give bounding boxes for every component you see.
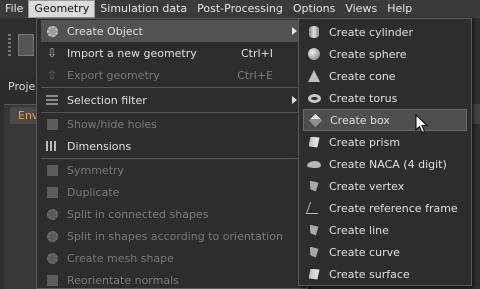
holes-icon (45, 117, 59, 131)
box-icon (308, 113, 322, 127)
menu-item-show-hide-holes: Show/hide holes (41, 113, 303, 135)
menu-item-create-box[interactable]: Create box (303, 109, 467, 131)
split-icon (45, 207, 59, 221)
menu-item-reorientate-normals: Reorientate normals (41, 269, 303, 289)
cone-icon (307, 69, 321, 83)
mouse-cursor-icon (415, 114, 429, 134)
menu-item-create-torus[interactable]: Create torus (303, 87, 467, 109)
menu-item-label: Import a new geometry (67, 46, 197, 60)
tab-environment[interactable]: Env (10, 107, 38, 124)
menu-item-create-reference-frame[interactable]: Create reference frame (303, 197, 467, 219)
menu-item-label: Create cone (329, 69, 396, 83)
menu-item-label: Split in connected shapes (67, 207, 209, 221)
menu-item-label: Reorientate normals (67, 273, 179, 287)
submenu-arrow-icon (292, 27, 297, 35)
menu-views[interactable]: Views (340, 0, 382, 18)
symmetry-icon (45, 163, 59, 177)
ruler-icon (45, 139, 59, 153)
mesh-shape-icon (45, 251, 59, 265)
menu-item-label: Create Object (67, 24, 143, 38)
menu-bar: File Geometry Simulation data Post-Proce… (0, 0, 480, 18)
naca-icon (307, 157, 321, 171)
sphere-icon (307, 47, 321, 61)
menu-item-label: Create mesh shape (67, 251, 174, 265)
menu-item-label: Create NACA (4 digit) (329, 157, 447, 171)
vertex-icon (307, 179, 321, 193)
toolbar-button[interactable] (18, 34, 34, 56)
menu-help[interactable]: Help (382, 0, 417, 18)
menu-item-label: Show/hide holes (67, 117, 157, 131)
menu-item-label: Duplicate (67, 185, 120, 199)
export-icon: ⇧ (46, 68, 58, 82)
submenu-arrow-icon (292, 96, 297, 104)
menu-simulation-data[interactable]: Simulation data (95, 0, 192, 18)
menu-item-create-curve[interactable]: Create curve (303, 241, 467, 263)
menu-geometry[interactable]: Geometry (28, 0, 96, 18)
split-orientation-icon (45, 229, 59, 243)
menu-item-export-geometry: ⇧ Export geometry Ctrl+E (41, 64, 303, 86)
menu-item-create-naca[interactable]: Create NACA (4 digit) (303, 153, 467, 175)
menu-item-selection-filter[interactable]: Selection filter (41, 89, 303, 111)
menu-item-label: Dimensions (67, 139, 132, 153)
selection-filter-icon (45, 93, 59, 107)
menu-item-label: Create line (329, 223, 389, 237)
toolbar-handle[interactable] (8, 34, 11, 56)
import-icon: ⇩ (46, 46, 58, 60)
menu-item-label: Selection filter (67, 93, 147, 107)
geometry-menu: Create Object ⇩ Import a new geometry Ct… (36, 18, 308, 289)
menu-item-label: Create curve (329, 245, 400, 259)
menu-item-label: Create torus (329, 91, 398, 105)
menu-item-create-surface[interactable]: Create surface (303, 263, 467, 285)
menu-item-create-prism[interactable]: Create prism (303, 131, 467, 153)
menu-item-create-cylinder[interactable]: Create cylinder (303, 21, 467, 43)
menu-item-split-orientation: Split in shapes according to orientation (41, 225, 303, 247)
menu-item-create-vertex[interactable]: Create vertex (303, 175, 467, 197)
menu-item-label: Split in shapes according to orientation (67, 229, 283, 243)
menu-item-import-geometry[interactable]: ⇩ Import a new geometry Ctrl+I (41, 42, 303, 64)
menu-item-create-cone[interactable]: Create cone (303, 65, 467, 87)
menu-item-label: Create cylinder (329, 25, 413, 39)
menu-item-create-object[interactable]: Create Object (41, 20, 303, 42)
menu-item-dimensions[interactable]: Dimensions (41, 135, 303, 157)
menu-item-split-connected: Split in connected shapes (41, 203, 303, 225)
reference-frame-icon (305, 201, 323, 215)
menu-options[interactable]: Options (288, 0, 340, 18)
prism-icon (307, 135, 321, 149)
menu-post-processing[interactable]: Post-Processing (192, 0, 288, 18)
menu-item-label: Create box (330, 113, 390, 127)
menu-item-label: Create vertex (329, 179, 405, 193)
torus-icon (307, 91, 321, 105)
create-object-submenu: Create cylinder Create sphere Create con… (298, 18, 472, 286)
shortcut-label: Ctrl+I (240, 46, 273, 60)
menu-item-label: Create prism (329, 135, 401, 149)
menu-item-label: Create sphere (329, 47, 407, 61)
surface-icon (307, 267, 321, 281)
side-panel (4, 104, 38, 289)
line-icon (307, 223, 321, 237)
menu-item-symmetry: Symmetry (41, 159, 303, 181)
menu-item-label: Create surface (329, 267, 410, 281)
create-object-icon (45, 24, 59, 38)
menu-item-label: Export geometry (67, 68, 160, 82)
project-label: Proje (8, 80, 36, 93)
menu-item-create-line[interactable]: Create line (303, 219, 467, 241)
duplicate-icon (45, 185, 59, 199)
menu-separator (41, 87, 303, 88)
menu-item-create-mesh-shape: Create mesh shape (41, 247, 303, 269)
menu-item-label: Create reference frame (329, 201, 458, 215)
menu-item-create-sphere[interactable]: Create sphere (303, 43, 467, 65)
normals-icon (45, 273, 59, 287)
shortcut-label: Ctrl+E (237, 68, 273, 82)
menu-item-duplicate: Duplicate (41, 181, 303, 203)
curve-icon (307, 245, 321, 259)
menu-item-label: Symmetry (67, 163, 125, 177)
menu-file[interactable]: File (0, 0, 28, 18)
cylinder-icon (307, 25, 321, 39)
